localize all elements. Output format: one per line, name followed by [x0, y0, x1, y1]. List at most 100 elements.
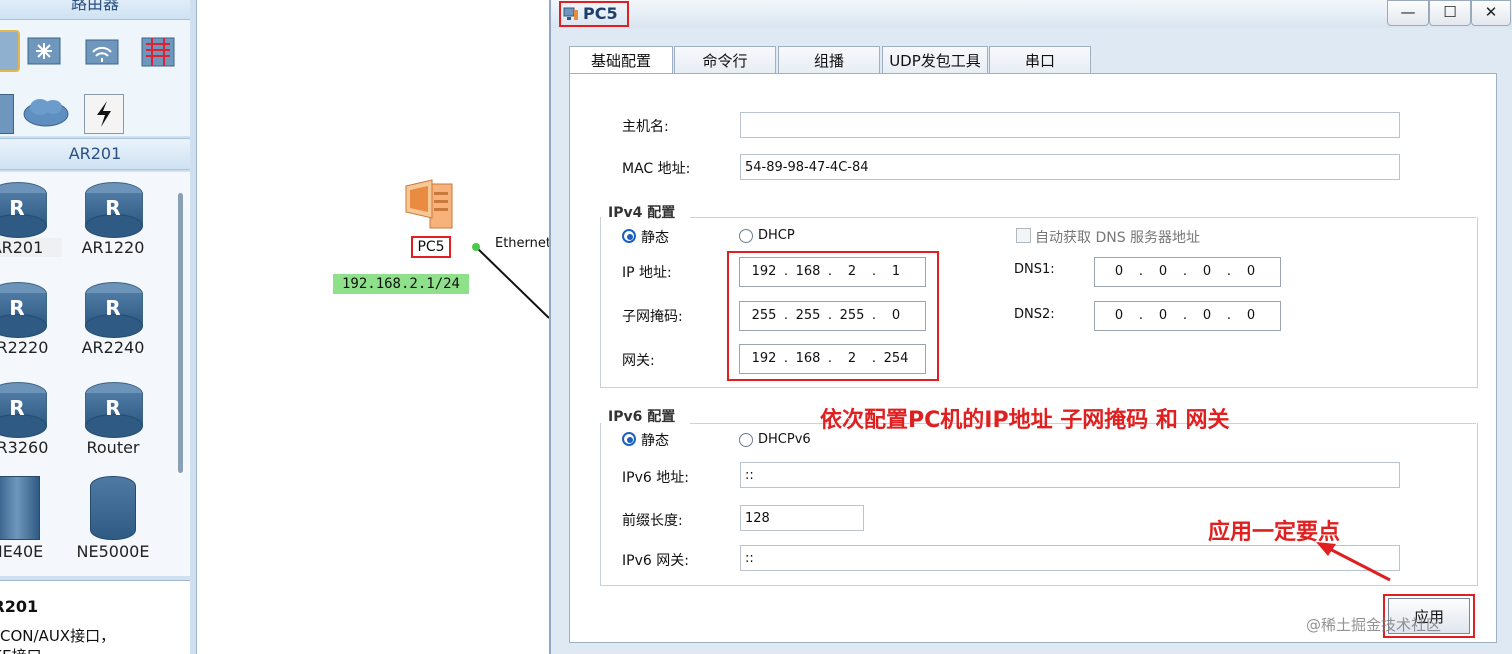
dns-octet: 0: [1114, 264, 1124, 279]
firewall-category-icon[interactable]: [140, 32, 178, 70]
ipv6-static-label: 静态: [641, 433, 669, 449]
mac-input[interactable]: 54-89-98-47-4C-84: [740, 154, 1400, 180]
description-line2: 8FE接口: [0, 645, 42, 654]
palette-header-routers[interactable]: 路由器: [0, 0, 190, 20]
prefix-length-input[interactable]: 128: [740, 505, 864, 531]
ip-label: IP 地址:: [622, 265, 672, 281]
pc-category-icon[interactable]: [0, 94, 14, 134]
tab-udp-tool[interactable]: UDP发包工具: [882, 46, 988, 75]
device-label: AR2220: [0, 338, 49, 357]
tab-multicast[interactable]: 组播: [778, 46, 880, 75]
chassis-icon: [0, 476, 40, 540]
router-icon: R: [0, 282, 47, 338]
dns-octet: 0: [1158, 308, 1168, 323]
pc-label[interactable]: PC5: [411, 236, 451, 258]
dns2-input[interactable]: 0. 0. 0. 0: [1094, 301, 1281, 331]
ipv6-gateway-input[interactable]: ::: [740, 545, 1400, 571]
router-icon: R: [0, 382, 47, 438]
minimize-icon: —: [1400, 3, 1416, 21]
gateway-label: 网关:: [622, 353, 655, 369]
mac-label: MAC 地址:: [622, 161, 691, 177]
dns-octet: 0: [1114, 308, 1124, 323]
device-ar2240[interactable]: R AR2240: [68, 282, 158, 357]
ipv4-fields-highlight: [727, 251, 939, 381]
ipv6-dhcp-radio[interactable]: [739, 433, 753, 447]
dns2-label: DNS2:: [1014, 307, 1055, 322]
ethernet-link-line[interactable]: [197, 0, 549, 654]
device-ar2220[interactable]: R AR2220: [0, 282, 62, 357]
tab-basic-config[interactable]: 基础配置: [569, 46, 673, 76]
device-label: AR3260: [0, 438, 49, 457]
dialog-titlebar[interactable]: PC5 — ☐ ✕: [551, 0, 1512, 28]
maximize-button[interactable]: ☐: [1429, 0, 1471, 26]
dns-octet: 0: [1246, 264, 1256, 279]
tab-command-line[interactable]: 命令行: [674, 46, 776, 75]
cloud-category-icon[interactable]: [22, 92, 70, 130]
device-palette: 路由器 AR201 R AR201 R AR1220 R AR2220 R AR…: [0, 0, 197, 654]
arrow-icon: [1316, 542, 1391, 582]
device-ne40e[interactable]: NE40E: [0, 476, 62, 561]
ipv6-address-input[interactable]: ::: [740, 462, 1400, 488]
ipv4-dhcp-radio[interactable]: [739, 229, 753, 243]
dialog-title: PC5: [583, 4, 618, 23]
router-icon: R: [85, 282, 143, 338]
device-label: Router: [86, 438, 140, 457]
prefix-length-label: 前缀长度:: [622, 513, 683, 529]
device-ar1220[interactable]: R AR1220: [68, 182, 158, 257]
ipv6-static-radio[interactable]: [622, 432, 636, 446]
pc-title-icon: [563, 6, 579, 22]
ipv4-group-title: IPv4 配置: [604, 202, 680, 222]
router-category-icon[interactable]: [0, 30, 20, 72]
ipv4-static-label: 静态: [641, 230, 669, 246]
auto-dns-checkbox[interactable]: [1016, 228, 1031, 243]
cylinder-router-icon: [90, 476, 136, 540]
device-ne5000e[interactable]: NE5000E: [68, 476, 158, 561]
device-label: NE40E: [0, 542, 44, 561]
tab-serial[interactable]: 串口: [989, 46, 1091, 75]
ipv4-static-radio[interactable]: [622, 229, 636, 243]
connection-category-icon[interactable]: [84, 94, 124, 134]
device-label: AR201: [0, 238, 62, 257]
pc-icon[interactable]: [400, 172, 460, 232]
mask-label: 子网掩码:: [622, 309, 683, 325]
router-icon: R: [0, 182, 47, 238]
hostname-label: 主机名:: [622, 119, 669, 135]
device-label: AR1220: [81, 238, 145, 257]
ipv6-address-label: IPv6 地址:: [622, 470, 689, 486]
description-line1: CON/AUX接口，: [0, 627, 116, 645]
dns1-input[interactable]: 0. 0. 0. 0: [1094, 257, 1281, 287]
close-icon: ✕: [1484, 3, 1498, 21]
ipv6-group-title: IPv6 配置: [604, 406, 680, 426]
topology-canvas[interactable]: PC5 Ethernet 192.168.2.1/24: [197, 0, 551, 654]
ipv6-gateway-label: IPv6 网关:: [622, 553, 689, 569]
basic-config-panel: 主机名: MAC 地址: 54-89-98-47-4C-84 IPv4 配置 静…: [569, 73, 1497, 643]
device-ar201[interactable]: R AR201: [0, 182, 62, 257]
config-annotation: 依次配置PC机的IP地址 子网掩码 和 网关: [820, 408, 1230, 433]
router-icon: R: [85, 182, 143, 238]
watermark: @稀土掘金技术社区: [1306, 616, 1442, 634]
dns1-label: DNS1:: [1014, 262, 1055, 277]
description-title: AR201: [0, 597, 39, 616]
switch-category-icon[interactable]: [26, 32, 64, 70]
hostname-input[interactable]: [740, 112, 1400, 138]
ipv6-dhcp-label: DHCPv6: [758, 432, 811, 447]
dns-octet: 0: [1202, 308, 1212, 323]
pc-ip-tag: 192.168.2.1/24: [333, 274, 469, 294]
router-icon: R: [85, 382, 143, 438]
pc5-config-dialog: PC5 — ☐ ✕ 基础配置 命令行 组播 UDP发包工具 串口 主机名: MA…: [549, 0, 1512, 654]
auto-dns-label: 自动获取 DNS 服务器地址: [1035, 230, 1201, 246]
minimize-button[interactable]: —: [1387, 0, 1429, 26]
link-label: Ethernet: [495, 236, 551, 251]
palette-header-ar201: AR201: [0, 138, 190, 170]
wireless-category-icon[interactable]: [84, 32, 122, 70]
device-ar3260[interactable]: R AR3260: [0, 382, 62, 457]
ipv4-dhcp-label: DHCP: [758, 228, 795, 243]
close-button[interactable]: ✕: [1471, 0, 1511, 26]
device-router[interactable]: R Router: [68, 382, 158, 457]
maximize-icon: ☐: [1443, 3, 1457, 21]
dns-octet: 0: [1158, 264, 1168, 279]
palette-scrollbar[interactable]: [178, 193, 183, 473]
dns-octet: 0: [1202, 264, 1212, 279]
device-label: AR2240: [81, 338, 145, 357]
device-label: NE5000E: [76, 542, 150, 561]
